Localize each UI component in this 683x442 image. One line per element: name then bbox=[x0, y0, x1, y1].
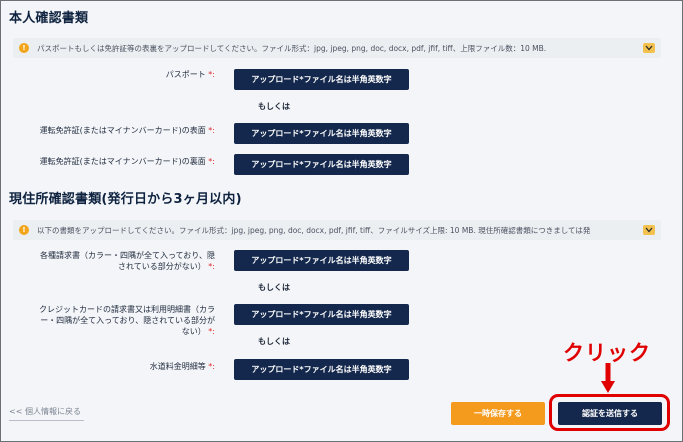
identity-section-title: 本人確認書類 bbox=[9, 11, 89, 26]
identity-notice: ! パスポートもしくは免許証等の表裏をアップロードしてください。ファイル形式：j… bbox=[13, 38, 661, 58]
chevron-down-icon[interactable] bbox=[643, 225, 655, 235]
license-back-label: 運転免許証(またはマイナンバーカード)の裏面 *: bbox=[39, 157, 215, 166]
upload-license-back-button[interactable]: アップロード*ファイル名は半角英数字 bbox=[234, 154, 409, 175]
address-notice-text: 以下の書類をアップロードしてください。ファイル形式：jpg, jpeg, png… bbox=[37, 225, 591, 235]
chevron-down-icon[interactable] bbox=[643, 43, 655, 53]
or-text: もしくは bbox=[258, 283, 290, 292]
upload-invoice-button[interactable]: アップロード*ファイル名は半角英数字 bbox=[234, 250, 409, 271]
upload-credit-card-statement-button[interactable]: アップロード*ファイル名は半角英数字 bbox=[234, 304, 409, 325]
back-link-underline bbox=[9, 420, 84, 421]
upload-water-bill-button[interactable]: アップロード*ファイル名は半角英数字 bbox=[234, 359, 409, 380]
address-section-title: 現住所確認書類(発行日から3ヶ月以内) bbox=[9, 192, 242, 207]
identity-notice-text: パスポートもしくは免許証等の表裏をアップロードしてください。ファイル形式：jpg… bbox=[37, 43, 547, 53]
upload-license-front-button[interactable]: アップロード*ファイル名は半角英数字 bbox=[234, 123, 409, 144]
annotation-arrow-down-icon bbox=[601, 363, 615, 393]
page-frame: 本人確認書類 ! パスポートもしくは免許証等の表裏をアップロードしてください。フ… bbox=[0, 0, 683, 442]
passport-label: パスポート *: bbox=[165, 70, 215, 79]
water-bill-label: 水道料金明細等 *: bbox=[149, 362, 215, 371]
info-icon: ! bbox=[19, 43, 29, 53]
annotation-highlight-box bbox=[549, 394, 670, 431]
back-to-personal-info-link[interactable]: << 個人情報に戻る bbox=[9, 406, 81, 417]
credit-card-statement-label: クレジットカードの請求書又は利用明細書（カラ ー・四隅が全て入っており、隠されて… bbox=[39, 305, 215, 336]
license-front-label: 運転免許証(またはマイナンバーカード)の表面 *: bbox=[39, 126, 215, 135]
address-notice: ! 以下の書類をアップロードしてください。ファイル形式：jpg, jpeg, p… bbox=[13, 220, 661, 240]
invoice-label: 各種請求書（カラー・四隅が全て入っており、隠 されている部分がない） *: bbox=[39, 251, 215, 271]
or-text: もしくは bbox=[258, 337, 290, 346]
info-icon: ! bbox=[19, 225, 29, 235]
save-draft-button[interactable]: 一時保存する bbox=[451, 402, 545, 425]
upload-passport-button[interactable]: アップロード*ファイル名は半角英数字 bbox=[234, 69, 409, 90]
or-text: もしくは bbox=[258, 102, 290, 111]
